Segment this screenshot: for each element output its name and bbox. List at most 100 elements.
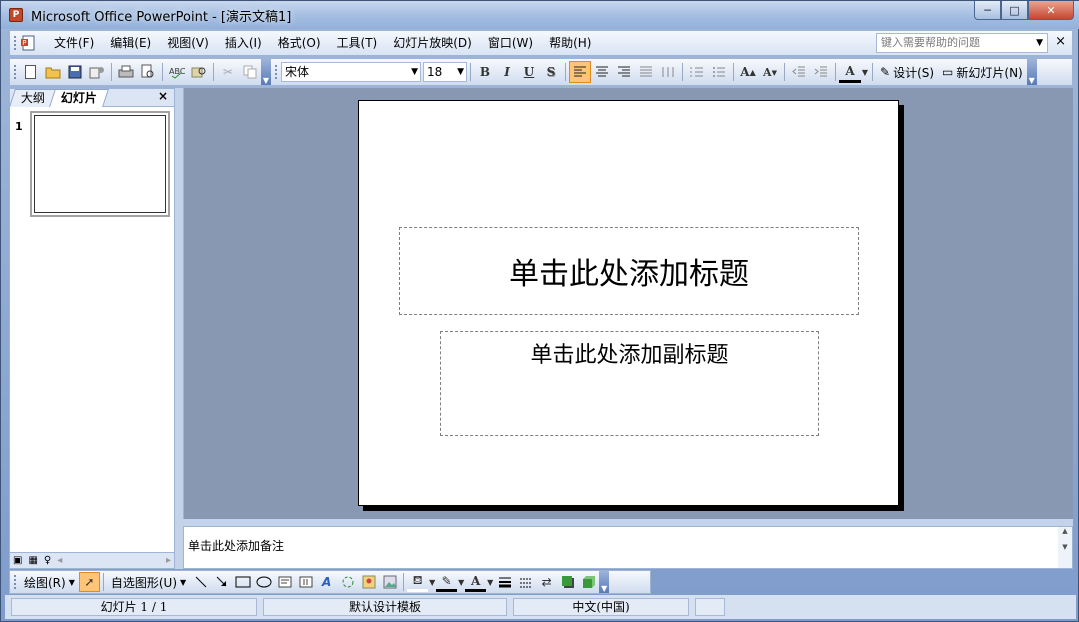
chevron-down-icon[interactable]: ▼	[457, 572, 465, 592]
menu-view[interactable]: 视图(V)	[159, 32, 217, 54]
bold-button[interactable]: B	[474, 61, 496, 83]
open-icon[interactable]	[42, 61, 64, 83]
vertical-textbox-icon[interactable]	[295, 572, 316, 592]
notes-scrollbar[interactable]: ▲ ▼	[1058, 527, 1072, 568]
draw-menu-button[interactable]: 绘图(R) ▼	[20, 574, 79, 591]
autoshapes-button[interactable]: 自选图形(U) ▼	[107, 574, 190, 591]
shadow-button[interactable]: S	[540, 61, 562, 83]
picture-icon[interactable]	[379, 572, 400, 592]
slide-sorter-icon[interactable]: ▦	[25, 555, 40, 566]
panel-close-button[interactable]: ×	[158, 89, 168, 103]
oval-icon[interactable]	[253, 572, 274, 592]
numbering-icon[interactable]	[686, 61, 708, 83]
menubar-grip[interactable]	[13, 35, 17, 51]
bullets-icon[interactable]	[708, 61, 730, 83]
menu-format[interactable]: 格式(O)	[270, 32, 329, 54]
align-center-icon[interactable]	[591, 61, 613, 83]
status-slide-position: 幻灯片 1 / 1	[11, 598, 257, 616]
toolbar-overflow-chevron[interactable]: ▼	[261, 59, 271, 85]
powerpoint-app-icon[interactable]: P	[9, 8, 23, 22]
print-icon[interactable]	[115, 61, 137, 83]
chevron-down-icon[interactable]: ▼	[861, 61, 869, 83]
minimize-button[interactable]: ─	[974, 1, 1001, 20]
tab-slides[interactable]: 幻灯片	[49, 89, 109, 107]
arrow-style-icon[interactable]: ⇄	[536, 572, 557, 592]
menu-edit[interactable]: 编辑(E)	[102, 32, 159, 54]
menu-file[interactable]: 文件(F)	[46, 32, 102, 54]
font-size-select[interactable]: 18 ▼	[423, 62, 467, 82]
slide-thumbnail[interactable]	[30, 111, 170, 217]
menu-insert[interactable]: 插入(I)	[217, 32, 270, 54]
align-left-icon[interactable]	[569, 61, 591, 83]
toolbar-grip[interactable]	[13, 64, 17, 80]
document-close-button[interactable]: ×	[1055, 34, 1066, 49]
align-right-icon[interactable]	[613, 61, 635, 83]
distribute-icon[interactable]	[657, 61, 679, 83]
increase-font-icon[interactable]: A ▲	[737, 61, 759, 83]
underline-button[interactable]: U	[518, 61, 540, 83]
spelling-icon[interactable]: ABC	[166, 61, 188, 83]
arrow-icon[interactable]	[211, 572, 232, 592]
drawbar-grip[interactable]	[13, 574, 17, 590]
clipart-icon[interactable]	[358, 572, 379, 592]
save-icon[interactable]	[64, 61, 86, 83]
line-style-icon[interactable]	[494, 572, 515, 592]
close-button[interactable]: ✕	[1028, 1, 1074, 20]
menu-tools[interactable]: 工具(T)	[329, 32, 386, 54]
maximize-button[interactable]: □	[1001, 1, 1028, 20]
status-empty-cell	[695, 598, 725, 616]
menu-window[interactable]: 窗口(W)	[480, 32, 541, 54]
chevron-down-icon[interactable]: ▼	[1036, 34, 1043, 52]
slideshow-icon[interactable]: ♀	[41, 555, 54, 566]
chevron-down-icon[interactable]: ▼	[428, 572, 436, 592]
chevron-down-icon[interactable]: ▼	[486, 572, 494, 592]
slide-canvas[interactable]: 单击此处添加标题 单击此处添加副标题	[358, 100, 899, 506]
line-icon[interactable]	[190, 572, 211, 592]
print-preview-icon[interactable]	[137, 61, 159, 83]
copy-icon[interactable]	[239, 61, 261, 83]
diagram-icon[interactable]	[337, 572, 358, 592]
draw-font-color-icon[interactable]: A	[465, 572, 487, 592]
fill-color-icon[interactable]: ⛾	[407, 572, 429, 592]
design-button[interactable]: ✎ 设计(S)	[876, 64, 938, 81]
increase-indent-icon[interactable]	[810, 61, 832, 83]
notes-splitter[interactable]	[183, 519, 1073, 526]
toolbar-overflow-chevron[interactable]: ▼	[1026, 59, 1037, 85]
toolbar-overflow-chevron[interactable]: ▼	[599, 571, 610, 593]
help-search-input[interactable]: 键入需要帮助的问题 ▼	[876, 33, 1048, 53]
scroll-left-icon[interactable]: ◂	[54, 555, 65, 566]
dash-style-icon[interactable]	[515, 572, 536, 592]
research-icon[interactable]	[188, 61, 210, 83]
justify-icon[interactable]	[635, 61, 657, 83]
scroll-right-icon[interactable]: ▸	[163, 555, 174, 566]
chevron-down-icon[interactable]: ▼	[457, 63, 464, 81]
decrease-indent-icon[interactable]	[788, 61, 810, 83]
menu-help[interactable]: 帮助(H)	[541, 32, 599, 54]
document-icon[interactable]: P	[20, 34, 38, 52]
chevron-down-icon[interactable]: ▼	[411, 63, 418, 81]
wordart-icon[interactable]: A	[316, 572, 337, 592]
3d-style-icon[interactable]	[578, 572, 599, 592]
permission-icon[interactable]	[86, 61, 108, 83]
menu-slideshow[interactable]: 幻灯片放映(D)	[385, 32, 480, 54]
new-icon[interactable]	[20, 61, 42, 83]
shadow-style-icon[interactable]	[557, 572, 578, 592]
cut-icon[interactable]: ✂	[217, 61, 239, 83]
notes-pane[interactable]: 单击此处添加备注 ▲ ▼	[183, 526, 1073, 569]
select-pointer-icon[interactable]: ➚	[78, 572, 100, 592]
title-placeholder[interactable]: 单击此处添加标题	[399, 227, 859, 315]
normal-view-icon[interactable]: ▣	[10, 555, 25, 566]
panel-splitter[interactable]	[175, 88, 183, 569]
subtitle-placeholder[interactable]: 单击此处添加副标题	[440, 331, 819, 436]
new-slide-button[interactable]: ▭ 新幻灯片(N)	[938, 64, 1027, 81]
italic-button[interactable]: I	[496, 61, 518, 83]
font-color-icon[interactable]: A	[839, 61, 861, 83]
font-name-value: 宋体	[285, 65, 310, 79]
toolbar-grip[interactable]	[274, 64, 278, 80]
font-name-select[interactable]: 宋体 ▼	[281, 62, 421, 82]
textbox-icon[interactable]	[274, 572, 295, 592]
rectangle-icon[interactable]	[232, 572, 253, 592]
line-color-icon[interactable]: ✎	[436, 572, 458, 592]
decrease-font-icon[interactable]: A ▼	[759, 61, 781, 83]
chevron-down-icon: ▼	[180, 577, 187, 587]
